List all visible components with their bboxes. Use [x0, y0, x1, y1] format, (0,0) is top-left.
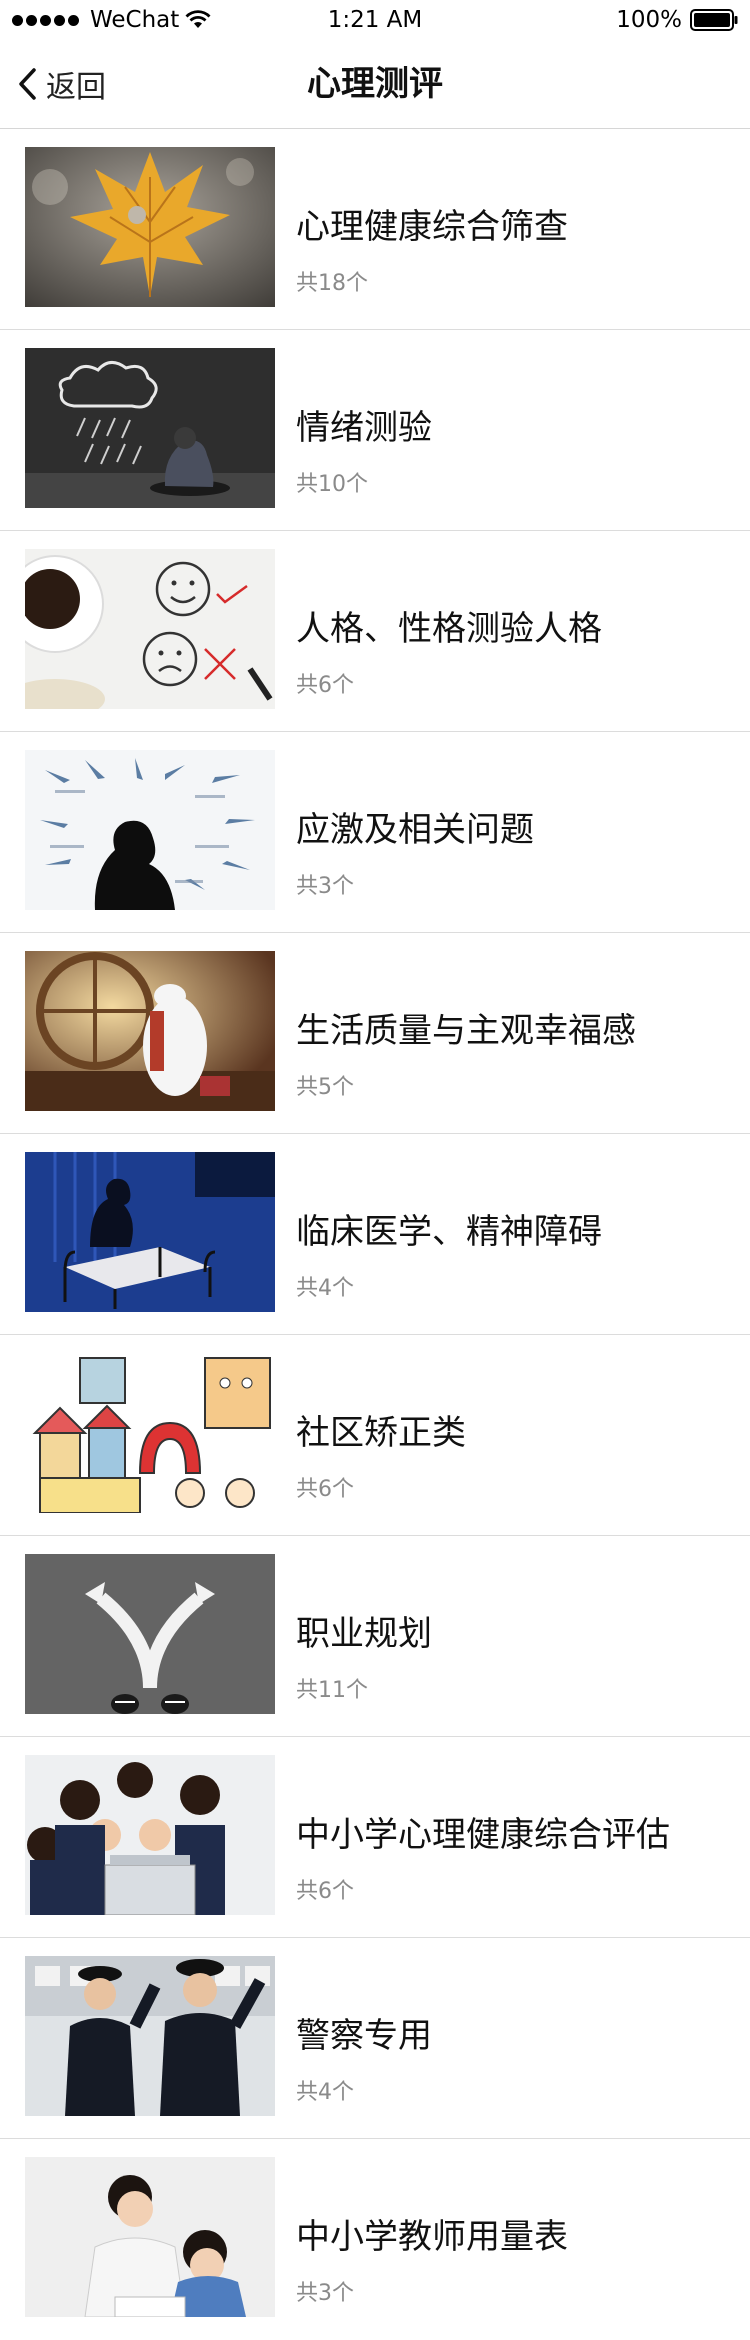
thumbnail-image: [25, 147, 275, 307]
list-item[interactable]: 警察专用 共4个: [0, 1938, 750, 2139]
thumbnail-image: [25, 1755, 275, 1915]
item-count: 共5个: [296, 1075, 354, 1100]
battery-percentage: 100%: [616, 7, 682, 33]
item-title: 生活质量与主观幸福感: [296, 1011, 636, 1051]
list-item[interactable]: 中小学教师用量表 共3个: [0, 2139, 750, 2339]
thumbnail-image: [25, 951, 275, 1111]
item-title: 职业规划: [296, 1614, 432, 1654]
item-count: 共18个: [296, 271, 368, 296]
thumbnail-image: [25, 1353, 275, 1513]
thumbnail-image: [25, 1554, 275, 1714]
item-count: 共6个: [296, 1879, 354, 1904]
list-item[interactable]: 临床医学、精神障碍 共4个: [0, 1134, 750, 1335]
item-title: 情绪测验: [296, 408, 432, 448]
item-count: 共11个: [296, 1678, 368, 1703]
list-item[interactable]: 应激及相关问题 共3个: [0, 732, 750, 933]
item-title: 警察专用: [296, 2016, 432, 2056]
status-right: 100%: [616, 5, 738, 35]
item-count: 共4个: [296, 2080, 354, 2105]
item-title: 心理健康综合筛查: [296, 207, 568, 247]
list-item[interactable]: 情绪测验 共10个: [0, 330, 750, 531]
item-title: 社区矫正类: [296, 1413, 466, 1453]
thumbnail-image: [25, 2157, 275, 2317]
item-count: 共6个: [296, 673, 354, 698]
item-count: 共3个: [296, 874, 354, 899]
thumbnail-image: [25, 549, 275, 709]
page: WeChat 1:21 AM 100% 心理测评 返回 心理健康综合筛查 共18…: [0, 0, 750, 2340]
item-count: 共3个: [296, 2281, 354, 2306]
item-title: 临床医学、精神障碍: [296, 1212, 602, 1252]
back-button[interactable]: 返回: [16, 60, 106, 108]
list-item[interactable]: 心理健康综合筛查 共18个: [0, 129, 750, 330]
thumbnail-image: [25, 1956, 275, 2116]
list-item[interactable]: 中小学心理健康综合评估 共6个: [0, 1737, 750, 1938]
list-item[interactable]: 人格、性格测验人格 共6个: [0, 531, 750, 732]
page-title: 心理测评: [307, 64, 443, 104]
back-label: 返回: [46, 70, 106, 105]
item-title: 中小学心理健康综合评估: [296, 1815, 670, 1855]
list-item[interactable]: 生活质量与主观幸福感 共5个: [0, 933, 750, 1134]
status-bar: WeChat 1:21 AM 100%: [0, 0, 750, 40]
thumbnail-image: [25, 1152, 275, 1312]
item-title: 应激及相关问题: [296, 810, 534, 850]
list-item[interactable]: 社区矫正类 共6个: [0, 1335, 750, 1536]
assessment-category-list: 心理健康综合筛查 共18个 情绪测验 共10个 人格、性格测验人格 共6个 应激…: [0, 129, 750, 2339]
item-count: 共4个: [296, 1276, 354, 1301]
nav-bar: 心理测评 返回: [0, 40, 750, 129]
battery-icon: [690, 9, 738, 31]
item-title: 中小学教师用量表: [296, 2217, 568, 2257]
chevron-left-icon: [19, 68, 36, 100]
item-count: 共10个: [296, 472, 368, 497]
thumbnail-image: [25, 750, 275, 910]
item-count: 共6个: [296, 1477, 354, 1502]
thumbnail-image: [25, 348, 275, 508]
item-title: 人格、性格测验人格: [296, 609, 602, 649]
list-item[interactable]: 职业规划 共11个: [0, 1536, 750, 1737]
